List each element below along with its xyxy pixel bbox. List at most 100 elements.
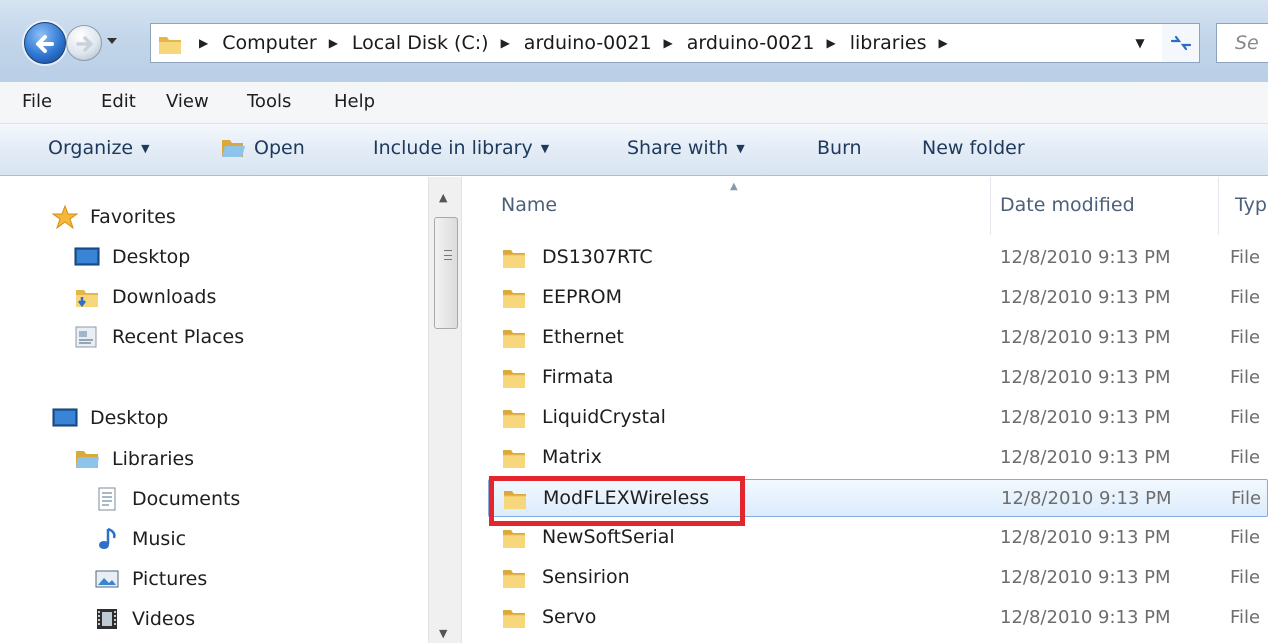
new-folder-button[interactable]: New folder bbox=[922, 137, 1025, 159]
documents-icon bbox=[98, 487, 116, 511]
file-row[interactable]: EEPROM 12/8/2010 9:13 PM File bbox=[488, 279, 1268, 317]
menu-edit[interactable]: Edit bbox=[101, 91, 136, 112]
burn-button[interactable]: Burn bbox=[817, 137, 862, 159]
file-name: Ethernet bbox=[542, 326, 624, 348]
scrollbar-thumb[interactable] bbox=[434, 217, 458, 329]
scrollbar-grip-icon bbox=[444, 250, 452, 260]
file-type: File bbox=[1230, 567, 1261, 588]
column-date-modified[interactable]: Date modified bbox=[1000, 194, 1135, 216]
folder-icon bbox=[503, 330, 525, 348]
breadcrumb-item[interactable]: ▶ libraries bbox=[827, 32, 939, 54]
file-type: File bbox=[1230, 287, 1261, 308]
column-divider[interactable] bbox=[990, 177, 991, 235]
organize-label: Organize bbox=[48, 137, 134, 159]
videos-icon bbox=[97, 609, 117, 629]
star-icon bbox=[52, 205, 78, 229]
file-type: File bbox=[1230, 407, 1261, 428]
file-date-modified: 12/8/2010 9:13 PM bbox=[1000, 607, 1171, 628]
refresh-icon bbox=[1170, 35, 1191, 51]
breadcrumb-arrow-icon[interactable]: ▶ bbox=[501, 36, 510, 50]
share-with-button[interactable]: Share with ▼ bbox=[627, 137, 745, 159]
address-history-dropdown[interactable]: ▼ bbox=[1125, 23, 1155, 63]
breadcrumb-label: Computer bbox=[222, 32, 317, 54]
open-button[interactable]: Open bbox=[220, 137, 305, 159]
share-with-label: Share with bbox=[627, 137, 729, 159]
open-label: Open bbox=[254, 137, 305, 159]
nav-recent-places[interactable]: Recent Places bbox=[74, 325, 244, 349]
column-header: ▲ Name Date modified Typ bbox=[462, 177, 1268, 235]
nav-desktop-favorite-label: Desktop bbox=[112, 246, 191, 268]
recent-places-icon bbox=[75, 326, 97, 348]
nav-music-label: Music bbox=[132, 528, 187, 550]
breadcrumb-item[interactable]: ▶ Computer bbox=[199, 32, 329, 54]
back-button[interactable] bbox=[24, 22, 66, 64]
breadcrumb-item[interactable]: ▶ arduino-0021 bbox=[501, 32, 664, 54]
nav-documents[interactable]: Documents bbox=[94, 487, 240, 511]
file-row[interactable]: Servo 12/8/2010 9:13 PM File bbox=[488, 599, 1268, 637]
folder-icon bbox=[503, 250, 525, 268]
desktop-icon bbox=[52, 408, 78, 427]
file-name: Servo bbox=[542, 606, 597, 628]
menu-view[interactable]: View bbox=[166, 91, 209, 112]
file-type: File bbox=[1230, 327, 1261, 348]
breadcrumb-item[interactable]: ▶ arduino-0021 bbox=[664, 32, 827, 54]
menu-help[interactable]: Help bbox=[334, 91, 375, 112]
column-divider[interactable] bbox=[1218, 177, 1219, 235]
nav-desktop-label: Desktop bbox=[90, 407, 169, 429]
breadcrumb-arrow-icon[interactable]: ▶ bbox=[329, 36, 338, 50]
file-date-modified: 12/8/2010 9:13 PM bbox=[1000, 407, 1171, 428]
chevron-down-icon: ▼ bbox=[540, 141, 550, 155]
nav-desktop[interactable]: Desktop bbox=[52, 406, 168, 430]
folder-icon bbox=[503, 410, 525, 428]
nav-libraries[interactable]: Libraries bbox=[74, 447, 194, 471]
breadcrumb-arrow-icon[interactable]: ▶ bbox=[827, 36, 836, 50]
file-row[interactable]: Sensirion 12/8/2010 9:13 PM File bbox=[488, 559, 1268, 597]
menu-file[interactable]: File bbox=[22, 91, 52, 112]
scroll-up-icon[interactable]: ▲ bbox=[439, 191, 447, 204]
file-date-modified: 12/8/2010 9:13 PM bbox=[1000, 247, 1171, 268]
breadcrumb-item[interactable]: ▶ Local Disk (C:) bbox=[329, 32, 501, 54]
nav-videos[interactable]: Videos bbox=[94, 607, 195, 631]
search-input[interactable]: Se bbox=[1216, 23, 1268, 63]
nav-favorites-label: Favorites bbox=[90, 206, 176, 228]
file-row[interactable]: Firmata 12/8/2010 9:13 PM File bbox=[488, 359, 1268, 397]
column-name[interactable]: Name bbox=[501, 194, 557, 216]
nav-pictures[interactable]: Pictures bbox=[94, 567, 207, 591]
nav-documents-label: Documents bbox=[132, 488, 241, 510]
nav-downloads[interactable]: Downloads bbox=[74, 285, 216, 309]
breadcrumb-arrow-icon[interactable]: ▶ bbox=[664, 36, 673, 50]
folder-icon bbox=[503, 370, 525, 388]
recent-pages-dropdown-icon[interactable] bbox=[105, 34, 119, 48]
back-arrow-icon bbox=[36, 35, 54, 53]
file-date-modified: 12/8/2010 9:13 PM bbox=[1000, 567, 1171, 588]
navigation-pane-scrollbar[interactable]: ▲ ▼ bbox=[428, 177, 462, 643]
organize-button[interactable]: Organize ▼ bbox=[48, 137, 150, 159]
file-row[interactable]: Ethernet 12/8/2010 9:13 PM File bbox=[488, 319, 1268, 357]
refresh-button[interactable] bbox=[1162, 23, 1200, 63]
file-date-modified: 12/8/2010 9:13 PM bbox=[1000, 287, 1171, 308]
chevron-down-icon: ▼ bbox=[736, 141, 745, 155]
scroll-down-icon[interactable]: ▼ bbox=[439, 627, 447, 640]
command-bar: Organize ▼ Open Include in library ▼ Share… bbox=[0, 124, 1268, 176]
column-type[interactable]: Typ bbox=[1235, 194, 1267, 216]
file-row[interactable]: LiquidCrystal 12/8/2010 9:13 PM File bbox=[488, 399, 1268, 437]
breadcrumb-arrow-icon[interactable]: ▶ bbox=[199, 36, 208, 50]
nav-desktop-favorite[interactable]: Desktop bbox=[74, 245, 190, 269]
new-folder-label: New folder bbox=[922, 137, 1025, 159]
include-in-library-button[interactable]: Include in library ▼ bbox=[373, 137, 549, 159]
file-row[interactable]: DS1307RTC 12/8/2010 9:13 PM File bbox=[488, 239, 1268, 277]
file-date-modified: 12/8/2010 9:13 PM bbox=[1000, 367, 1171, 388]
desktop-icon bbox=[74, 247, 100, 266]
breadcrumb-label: arduino-0021 bbox=[686, 32, 815, 54]
file-type: File bbox=[1230, 607, 1261, 628]
breadcrumb-arrow-icon[interactable]: ▶ bbox=[939, 36, 948, 50]
address-bar[interactable]: ▶ Computer ▶ Local Disk (C:) ▶ arduino-0021 ▶ a… bbox=[150, 23, 1200, 63]
forward-button[interactable] bbox=[66, 25, 102, 61]
menu-tools[interactable]: Tools bbox=[247, 91, 291, 112]
file-row[interactable]: Matrix 12/8/2010 9:13 PM File bbox=[488, 439, 1268, 477]
nav-pictures-label: Pictures bbox=[132, 568, 208, 590]
nav-music[interactable]: Music bbox=[94, 527, 186, 551]
nav-favorites[interactable]: Favorites bbox=[52, 205, 176, 229]
open-folder-icon bbox=[222, 140, 245, 157]
file-name: NewSoftSerial bbox=[542, 526, 675, 548]
